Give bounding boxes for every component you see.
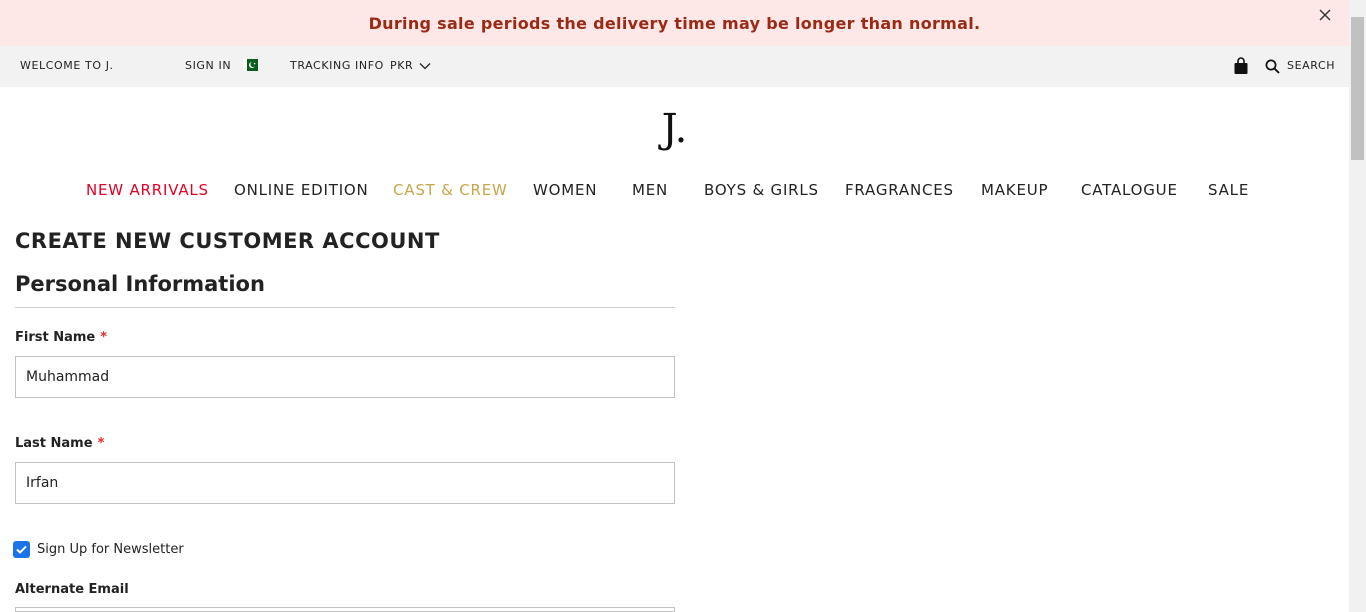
nav-catalogue[interactable]: CATALOGUE bbox=[1081, 181, 1178, 199]
nav-cast-crew[interactable]: CAST & CREW bbox=[393, 181, 508, 199]
newsletter-label[interactable]: Sign Up for Newsletter bbox=[37, 542, 184, 557]
search-icon[interactable] bbox=[1265, 59, 1280, 78]
currency-selector[interactable]: PKR bbox=[390, 59, 413, 72]
close-icon[interactable] bbox=[1317, 7, 1333, 23]
last-name-label: Last Name * bbox=[15, 436, 104, 451]
section-title: Personal Information bbox=[15, 272, 265, 296]
nav-boys-girls[interactable]: BOYS & GIRLS bbox=[704, 181, 819, 199]
sign-in-link[interactable]: SIGN IN bbox=[185, 59, 231, 72]
section-divider bbox=[15, 307, 675, 308]
tracking-info-link[interactable]: TRACKING INFO bbox=[290, 59, 384, 72]
nav-makeup[interactable]: MAKEUP bbox=[981, 181, 1048, 199]
welcome-text: WELCOME TO J. bbox=[20, 59, 114, 72]
alternate-email-field[interactable] bbox=[15, 607, 675, 612]
nav-sale[interactable]: SALE bbox=[1208, 181, 1249, 199]
scrollbar-thumb[interactable] bbox=[1351, 17, 1364, 160]
page-scrollbar[interactable] bbox=[1349, 0, 1366, 612]
last-name-label-text: Last Name bbox=[15, 436, 93, 451]
nav-fragrances[interactable]: FRAGRANCES bbox=[845, 181, 954, 199]
first-name-field[interactable] bbox=[15, 356, 675, 398]
alternate-email-label: Alternate Email bbox=[15, 582, 129, 597]
sale-notice-banner: During sale periods the delivery time ma… bbox=[0, 0, 1349, 46]
nav-new-arrivals[interactable]: NEW ARRIVALS bbox=[86, 181, 209, 199]
first-name-label: First Name * bbox=[15, 330, 107, 345]
newsletter-row: Sign Up for Newsletter bbox=[14, 542, 184, 557]
sale-notice-text: During sale periods the delivery time ma… bbox=[368, 13, 981, 33]
first-name-label-text: First Name bbox=[15, 330, 96, 345]
last-name-field[interactable] bbox=[15, 462, 675, 504]
nav-women[interactable]: WOMEN bbox=[533, 181, 597, 199]
nav-online-edition[interactable]: ONLINE EDITION bbox=[234, 181, 369, 199]
search-link[interactable]: SEARCH bbox=[1287, 59, 1335, 72]
chevron-down-icon[interactable] bbox=[419, 60, 431, 73]
shopping-bag-icon[interactable] bbox=[1233, 57, 1249, 79]
pakistan-flag-icon[interactable] bbox=[243, 59, 258, 71]
brand-logo[interactable]: J. bbox=[0, 106, 1349, 152]
top-utility-bar: WELCOME TO J. SIGN IN TRACKING INFO PKR … bbox=[0, 46, 1349, 87]
required-marker: * bbox=[100, 330, 108, 345]
newsletter-checkbox[interactable] bbox=[14, 542, 29, 557]
page-title: CREATE NEW CUSTOMER ACCOUNT bbox=[15, 229, 440, 253]
required-marker: * bbox=[97, 436, 105, 451]
nav-men[interactable]: MEN bbox=[632, 181, 668, 199]
